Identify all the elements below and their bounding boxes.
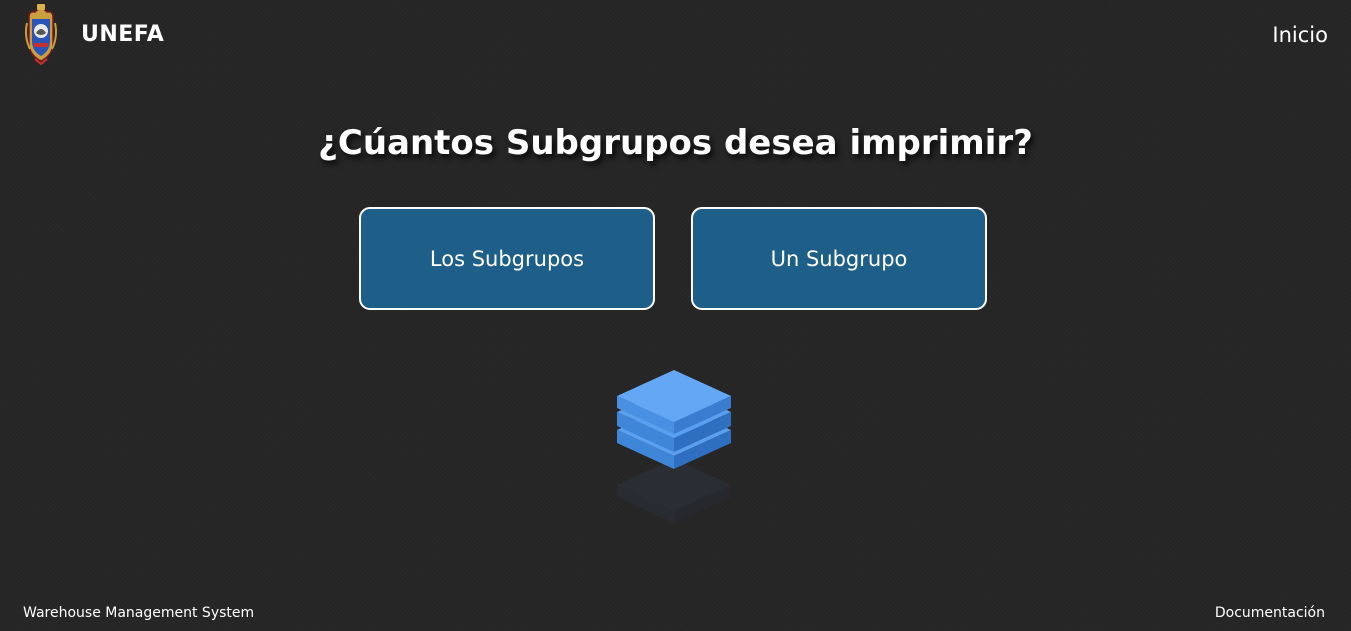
all-subgroups-button[interactable]: Los Subgrupos xyxy=(359,207,655,310)
page-question: ¿Cúantos Subgrupos desea imprimir? xyxy=(318,123,1033,163)
unefa-crest-logo xyxy=(25,4,57,65)
stacked-layers-icon xyxy=(617,370,731,523)
brand-name: UNEFA xyxy=(81,22,165,47)
documentation-link[interactable]: Documentación xyxy=(1215,603,1325,623)
one-subgroup-button[interactable]: Un Subgrupo xyxy=(691,207,987,310)
top-bar: UNEFA Inicio xyxy=(0,0,1351,70)
nav-inicio-link[interactable]: Inicio xyxy=(1272,20,1328,50)
footer-app-name: Warehouse Management System xyxy=(23,605,255,621)
